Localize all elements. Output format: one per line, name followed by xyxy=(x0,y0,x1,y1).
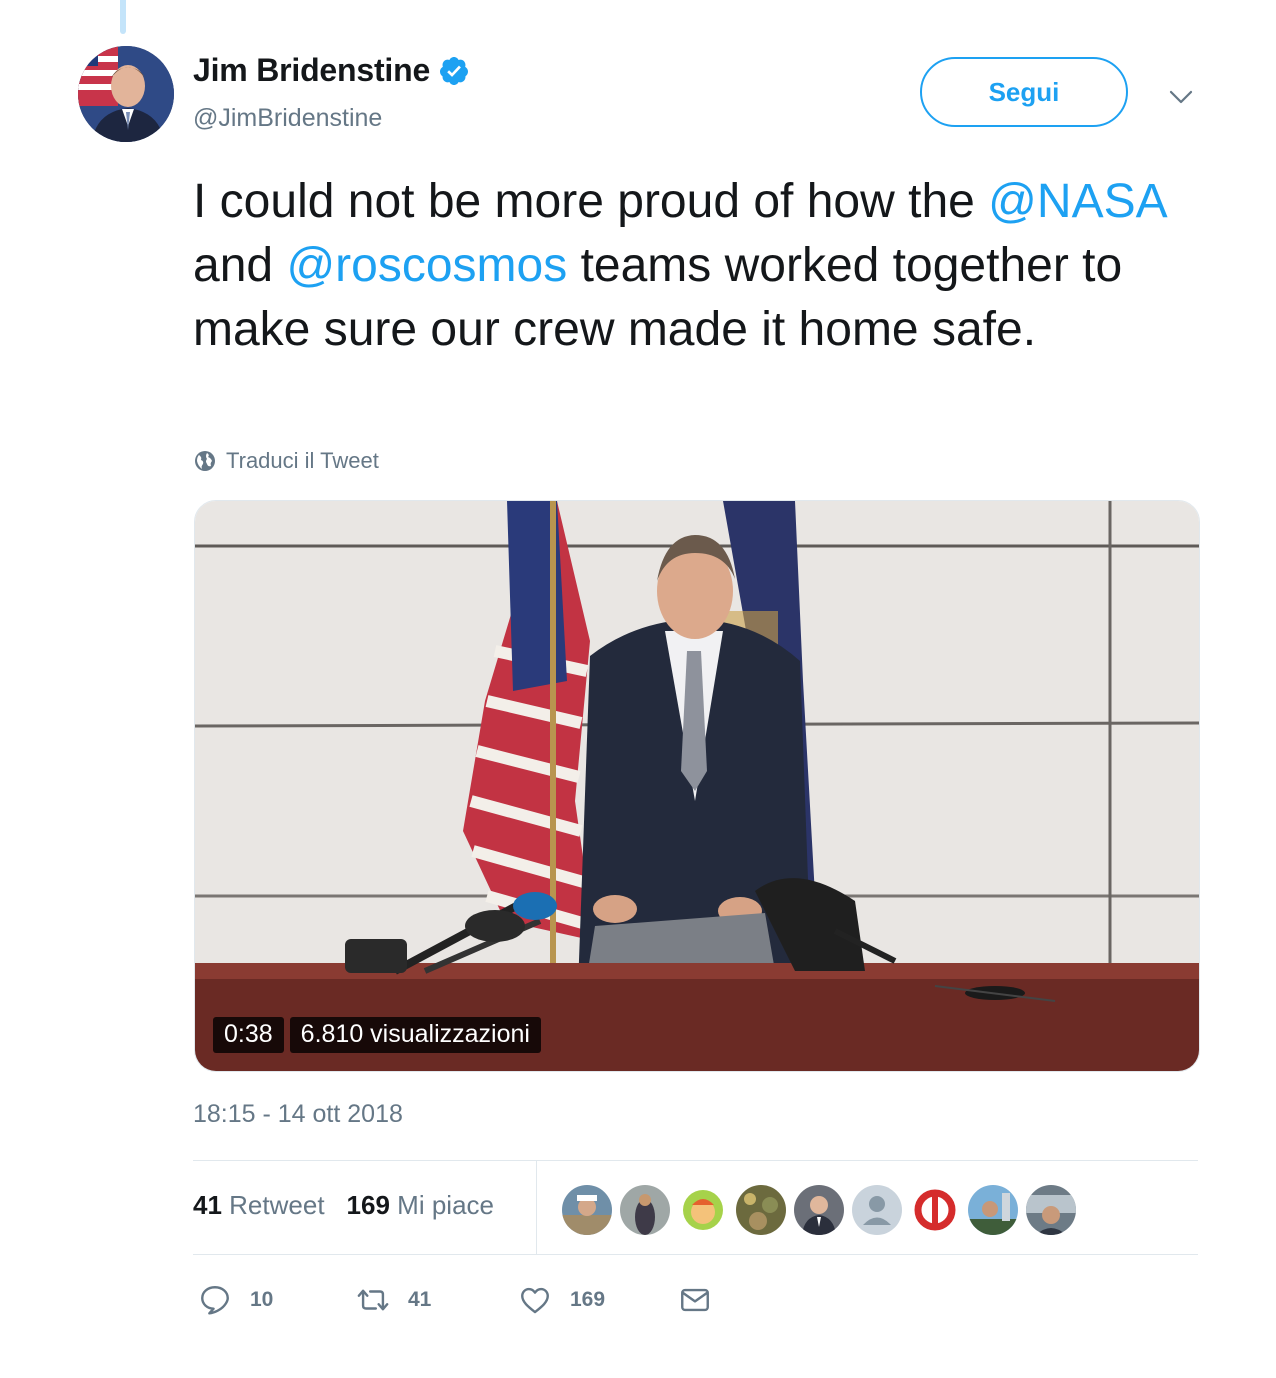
envelope-icon xyxy=(681,1288,709,1312)
reply-count: 10 xyxy=(250,1288,274,1311)
like-count: 169 xyxy=(570,1288,606,1311)
video-thumbnail xyxy=(195,501,1199,1071)
liker-avatar[interactable] xyxy=(736,1185,786,1235)
tweet-text: I could not be more proud of how the @NA… xyxy=(193,170,1203,362)
retweet-icon xyxy=(357,1289,389,1311)
retweets-stat[interactable]: 41 Retweet xyxy=(193,1190,325,1221)
author-avatar[interactable] xyxy=(78,46,174,142)
translate-label: Traduci il Tweet xyxy=(226,448,379,473)
heart-icon xyxy=(521,1287,549,1314)
liker-avatar[interactable] xyxy=(968,1185,1018,1235)
author-handle[interactable]: @JimBridenstine xyxy=(193,104,382,133)
tweet-text-part: and xyxy=(193,239,274,292)
liker-avatar[interactable] xyxy=(852,1185,902,1235)
translate-tweet-link[interactable]: Traduci il Tweet xyxy=(193,448,379,474)
stats-vertical-divider xyxy=(536,1161,537,1254)
video-duration: 0:38 xyxy=(213,1017,284,1053)
reply-icon xyxy=(201,1286,229,1315)
retweet-action[interactable]: 41 xyxy=(356,1283,431,1317)
chevron-down-icon[interactable] xyxy=(1166,82,1196,112)
reply-action[interactable]: 10 xyxy=(198,1283,273,1317)
retweet-count: 41 xyxy=(408,1288,432,1311)
verified-badge-icon xyxy=(440,56,469,85)
liker-avatars xyxy=(562,1185,1076,1235)
stats-divider-bottom xyxy=(193,1254,1198,1255)
video-view-count: 6.810 visualizzazioni xyxy=(289,1017,541,1053)
likes-label: Mi piace xyxy=(397,1190,494,1220)
liker-avatar[interactable] xyxy=(678,1185,728,1235)
liker-avatar[interactable] xyxy=(1026,1185,1076,1235)
stats-divider-top xyxy=(193,1160,1198,1161)
likes-count: 169 xyxy=(346,1190,390,1220)
author-name[interactable]: Jim Bridenstine xyxy=(193,52,430,89)
retweets-label: Retweet xyxy=(229,1190,325,1220)
liker-avatar[interactable] xyxy=(910,1185,960,1235)
like-action[interactable]: 169 xyxy=(518,1283,605,1317)
likes-stat[interactable]: 169 Mi piace xyxy=(347,1190,494,1221)
follow-button[interactable]: Segui xyxy=(920,57,1128,127)
engagement-stats: 41 Retweet 169 Mi piace xyxy=(193,1190,494,1221)
globe-icon xyxy=(195,451,215,471)
liker-avatar[interactable] xyxy=(794,1185,844,1235)
direct-message-action[interactable] xyxy=(678,1283,712,1317)
tweet-timestamp[interactable]: 18:15 - 14 ott 2018 xyxy=(193,1100,403,1129)
mention-roscosmos-link[interactable]: @roscosmos xyxy=(286,239,567,292)
retweets-count: 41 xyxy=(193,1190,222,1220)
tweet-text-part: I could not be more proud of how the xyxy=(193,175,975,228)
mention-nasa-link[interactable]: @NASA xyxy=(988,175,1165,228)
video-player[interactable]: 0:38 6.810 visualizzazioni xyxy=(194,500,1200,1072)
liker-avatar[interactable] xyxy=(562,1185,612,1235)
thread-connector-line xyxy=(120,0,126,34)
liker-avatar[interactable] xyxy=(620,1185,670,1235)
